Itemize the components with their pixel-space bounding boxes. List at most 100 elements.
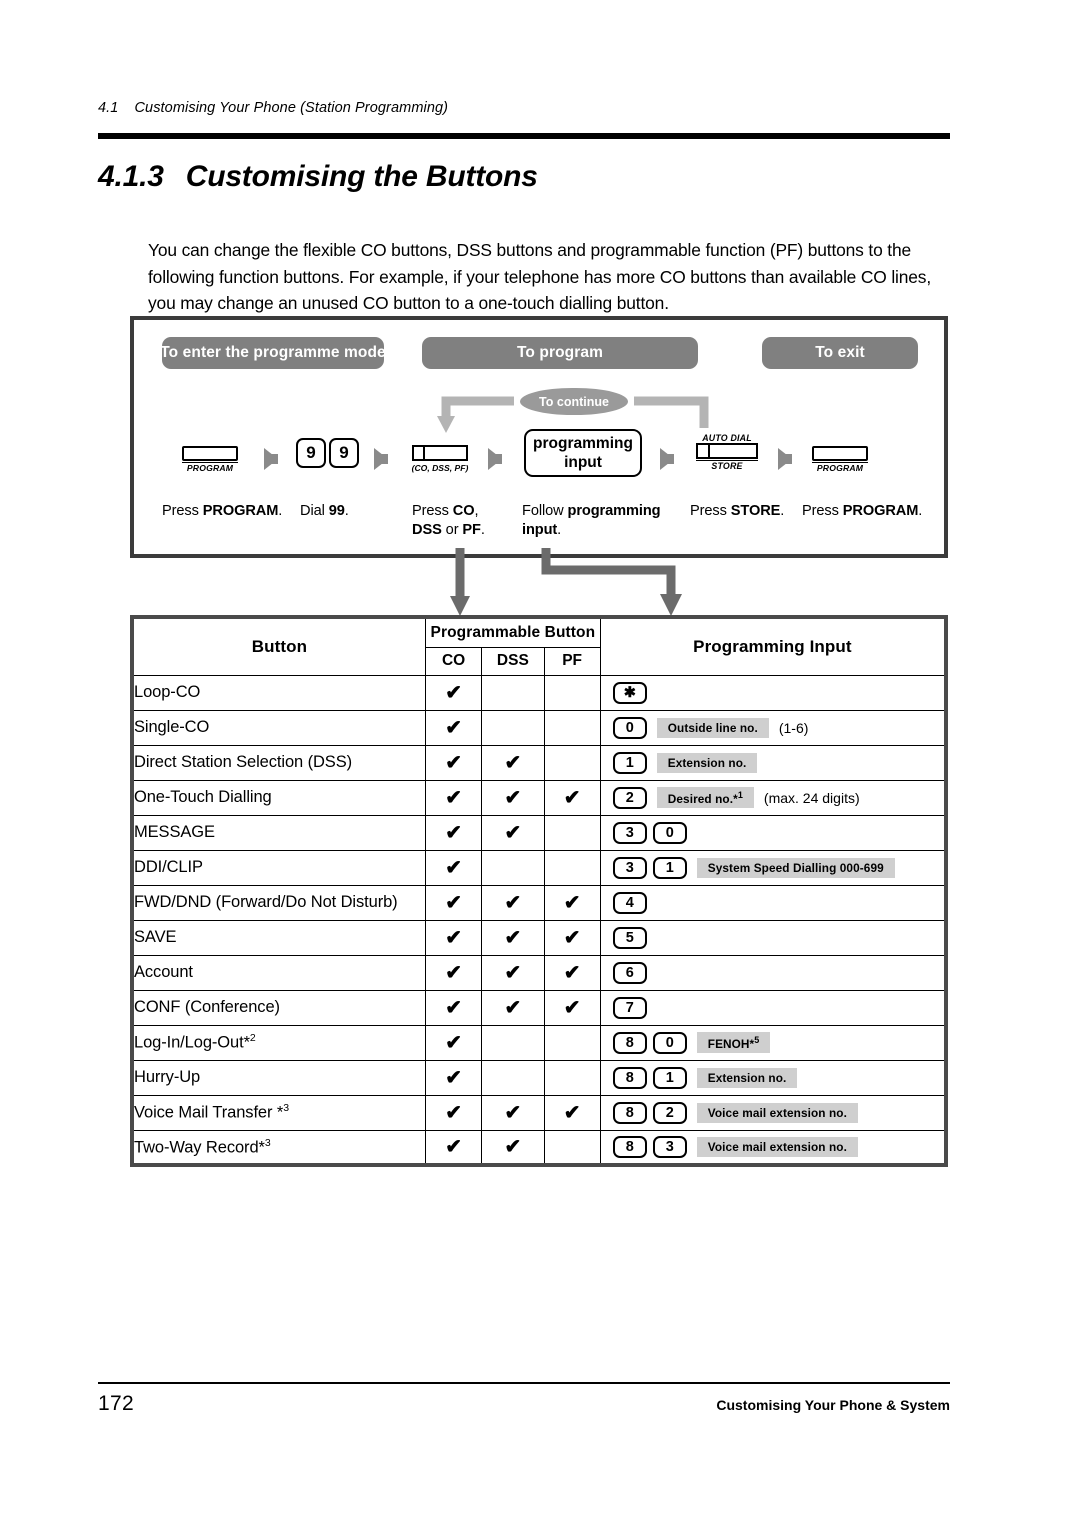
caption-6-post: .: [918, 503, 923, 519]
header-programming-input: Programming Input: [599, 616, 947, 676]
caption-2-pre: Dial: [300, 503, 329, 519]
table-row: MESSAGE ✔ ✔ 3 0: [131, 814, 947, 851]
keycap-3: 3: [612, 821, 647, 844]
caption-3b-mid: or: [441, 522, 463, 538]
keycap-8: 8: [612, 1101, 647, 1124]
arrow-right-icon-3: [488, 448, 502, 470]
cell-check-co: ✔: [424, 709, 483, 746]
input-plain-note: (max. 24 digits): [763, 789, 860, 806]
keycap-✱: ✱: [612, 681, 647, 704]
caption-3b-post: .: [480, 522, 485, 538]
cell-check-co: ✔: [424, 989, 483, 1026]
to-continue-label: To continue: [520, 388, 628, 415]
caption-4-bold: programming: [567, 503, 661, 519]
programming-input-content: 2 Desired no.*1 (max. 24 digits): [601, 786, 944, 809]
table-body: Loop-CO ✔ ✱ Single-CO ✔ 0 Outside line no. (1-6…: [131, 674, 947, 1166]
input-grey-label: Outside line no.: [656, 717, 769, 738]
table-row: DDI/CLIP ✔ 3 1 System Speed Dialling 000-699: [131, 849, 947, 886]
table-row: Log-In/Log-Out*2 ✔ 8 0 FENOH*5: [131, 1024, 947, 1061]
cell-check-dss: ✔: [481, 989, 545, 1026]
cell-check-dss: [481, 1024, 545, 1061]
caption-4b-bold: input: [522, 522, 558, 538]
program-exit-key-label: PROGRAM: [812, 462, 868, 473]
header-dss: DSS: [481, 646, 545, 676]
programming-input-content: 8 3 Voice mail extension no.: [601, 1135, 944, 1158]
keycap-1: 1: [652, 1066, 687, 1089]
cell-check-co: ✔: [424, 954, 483, 991]
footnote-marker: 5: [754, 1034, 760, 1045]
cell-programming-input: 1 Extension no.: [599, 744, 947, 781]
caption-2-bold: 99: [328, 503, 345, 519]
program-exit-key-icon: [812, 446, 868, 461]
cell-check-co: ✔: [424, 919, 483, 956]
cell-programming-input: 4: [599, 884, 947, 921]
keycap-7: 7: [612, 996, 647, 1019]
dial-key-9b: 9: [329, 438, 359, 468]
cell-button-name: DDI/CLIP: [131, 849, 426, 886]
table-row: FWD/DND (Forward/Do Not Disturb) ✔ ✔ ✔ 4: [131, 884, 947, 921]
cell-check-dss: [481, 709, 545, 746]
footnote-marker: 3: [283, 1102, 290, 1115]
input-grey-label: Desired no.*1: [656, 786, 754, 809]
cell-check-pf: [543, 674, 601, 711]
header-button: Button: [131, 616, 426, 676]
programming-input-line2: input: [564, 454, 602, 471]
cell-check-dss: [481, 849, 545, 886]
flow-step-store-key: AUTO DIAL STORE: [696, 433, 758, 471]
pill-enter-programme-mode: To enter the programme mode: [160, 337, 386, 369]
caption-5-post: .: [780, 503, 785, 519]
intro-paragraph: You can change the flexible CO buttons, …: [148, 240, 932, 314]
footnote-marker: 1: [737, 789, 743, 800]
cell-programming-input: 7: [599, 989, 947, 1026]
caption-press-program: Press PROGRAM.: [162, 502, 282, 521]
flow-step-row: PROGRAM 9 9 (CO, DSS, PF) programming in…: [134, 429, 952, 494]
keycap-0: 0: [652, 1031, 687, 1054]
pill-to-exit: To exit: [762, 337, 918, 369]
caption-6-bold: PROGRAM: [842, 503, 919, 519]
auto-dial-store-key-icon: [696, 443, 758, 459]
flow-step-program-key: PROGRAM: [182, 446, 238, 473]
cell-check-pf: [543, 849, 601, 886]
caption-press-co-dss-pf: Press CO, DSS or PF.: [412, 502, 485, 540]
caption-4-pre: Follow: [522, 503, 568, 519]
caption-3-post: ,: [474, 503, 479, 519]
input-grey-label: Voice mail extension no.: [696, 1102, 858, 1123]
cell-button-name: Two-Way Record*3: [131, 1129, 426, 1166]
section-number: 4.1.3: [98, 160, 164, 193]
cell-button-name: Account: [131, 954, 426, 991]
caption-1-pre: Press: [162, 503, 203, 519]
table-row: Account ✔ ✔ ✔ 6: [131, 954, 947, 991]
cell-button-name: Loop-CO: [131, 674, 426, 711]
table-header-row-1: Button Programmable Button Programming I…: [131, 616, 947, 676]
cell-check-co: ✔: [424, 1024, 483, 1061]
input-grey-label: Extension no.: [696, 1067, 798, 1088]
cell-check-co: ✔: [424, 674, 483, 711]
keycap-8: 8: [612, 1135, 647, 1158]
cell-programming-input: 8 2 Voice mail extension no.: [599, 1094, 947, 1131]
table-row: CONF (Conference) ✔ ✔ ✔ 7: [131, 989, 947, 1026]
cell-check-dss: ✔: [481, 954, 545, 991]
header-pf: PF: [543, 646, 601, 676]
auto-dial-label: AUTO DIAL: [702, 433, 752, 443]
table-row: Single-CO ✔ 0 Outside line no. (1-6): [131, 709, 947, 746]
cell-button-name: FWD/DND (Forward/Do Not Disturb): [131, 884, 426, 921]
cell-check-dss: ✔: [481, 814, 545, 851]
running-header: 4.1 Customising Your Phone (Station Progr…: [98, 100, 448, 116]
caption-dial-99: Dial 99.: [300, 502, 349, 521]
cell-check-pf: [543, 709, 601, 746]
cell-programming-input: 6: [599, 954, 947, 991]
caption-5-bold: STORE: [730, 503, 781, 519]
cell-check-pf: ✔: [543, 919, 601, 956]
keycap-8: 8: [612, 1066, 647, 1089]
keycap-5: 5: [612, 926, 647, 949]
cell-check-dss: ✔: [481, 744, 545, 781]
cell-check-co: ✔: [424, 814, 483, 851]
header-programmable-button: Programmable Button: [424, 616, 601, 648]
cell-check-pf: [543, 744, 601, 781]
programming-input-content: 3 1 System Speed Dialling 000-699: [601, 856, 944, 879]
running-header-number: 4.1: [98, 100, 119, 116]
cell-check-pf: [543, 1129, 601, 1166]
table-row: Voice Mail Transfer *3 ✔ ✔ ✔ 8 2 Voice mail ex…: [131, 1094, 947, 1131]
program-key-icon: [182, 446, 238, 461]
input-grey-label: Extension no.: [656, 752, 758, 773]
